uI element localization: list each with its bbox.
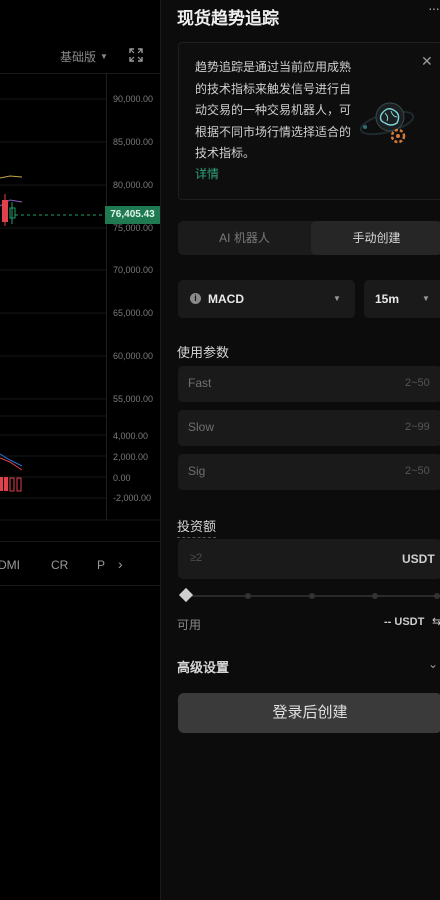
close-icon[interactable]: ✕	[421, 53, 433, 70]
tab-ai-robot[interactable]: AI 机器人	[178, 221, 311, 255]
slider-stop[interactable]	[372, 593, 378, 599]
indicator-select[interactable]: i MACD ▼	[178, 280, 355, 318]
param-slow-input[interactable]: Slow 2~99	[178, 410, 440, 446]
y-tick-label: 2,000.00	[113, 452, 149, 462]
y-tick-label: 80,000.00	[113, 180, 154, 190]
param-fast-input[interactable]: Fast 2~50	[178, 366, 440, 402]
y-tick-label: 65,000.00	[113, 308, 154, 318]
available-value: -- USDT	[384, 616, 425, 628]
tab-cr[interactable]: CR	[51, 558, 68, 572]
param-sig-input[interactable]: Sig 2~50	[178, 454, 440, 490]
chevron-right-icon[interactable]: ›	[118, 556, 123, 572]
y-tick-label: 75,000.00	[113, 223, 154, 233]
invest-label: 投资额	[177, 516, 217, 538]
y-tick-label: 55,000.00	[113, 394, 154, 404]
tab-p[interactable]: P	[97, 558, 105, 572]
tab-manual-create[interactable]: 手动创建	[311, 221, 440, 255]
available-label: 可用	[177, 618, 202, 632]
advanced-settings[interactable]: 高级设置	[177, 657, 229, 676]
y-tick-label: 4,000.00	[113, 431, 149, 441]
slider-handle[interactable]	[178, 587, 194, 603]
more-icon[interactable]: ···	[428, 0, 440, 16]
info-icon: i	[190, 293, 201, 304]
param-name: Sig	[188, 464, 206, 478]
chart-panel: 基础版 ▼ 90,000.00 85,000.00 80,000.00 75,0…	[0, 0, 161, 900]
strategy-panel: 现货趋势追踪 ··· 趋势追踪是通过当前应用成熟的技术指标来触发信号进行自动交易…	[162, 0, 440, 900]
ma-line	[0, 175, 23, 179]
invest-amount-input[interactable]: ≥2 USDT	[178, 539, 440, 579]
slider-stop[interactable]	[434, 593, 440, 599]
indicator-tabs: DMI CR P ›	[0, 541, 160, 586]
fullscreen-icon[interactable]	[129, 48, 143, 62]
param-range: 2~99	[405, 421, 430, 433]
caret-down-icon: ▼	[333, 294, 341, 303]
y-tick-label: 0.00	[113, 473, 131, 483]
timeframe-select[interactable]: 15m ▼	[364, 280, 440, 318]
page-title: 现货趋势追踪	[177, 9, 279, 28]
param-range: 2~50	[405, 465, 430, 477]
y-tick-label: 60,000.00	[113, 351, 154, 361]
swap-icon[interactable]: ⇆	[432, 615, 440, 628]
tab-dmi[interactable]: DMI	[0, 558, 20, 572]
y-tick-label: 90,000.00	[113, 94, 154, 104]
info-description: 趋势追踪是通过当前应用成熟的技术指标来触发信号进行自动交易的一种交易机器人，可根…	[195, 60, 352, 160]
macd-histogram	[0, 477, 22, 492]
candle	[2, 200, 8, 222]
info-card: 趋势追踪是通过当前应用成熟的技术指标来触发信号进行自动交易的一种交易机器人，可根…	[178, 42, 440, 200]
indicator-value: MACD	[208, 292, 244, 306]
version-select[interactable]: 基础版 ▼	[60, 48, 108, 65]
y-tick-label: 70,000.00	[113, 265, 154, 275]
invest-unit: USDT	[402, 552, 435, 566]
details-link[interactable]: 详情	[195, 165, 219, 182]
chevron-down-icon[interactable]: ⌄	[428, 657, 438, 671]
chart-toolbar: 基础版 ▼	[0, 40, 160, 74]
login-create-button[interactable]: 登录后创建	[178, 693, 440, 733]
mode-toggle: AI 机器人 手动创建	[178, 221, 440, 255]
invest-placeholder: ≥2	[190, 552, 203, 564]
slider-stop[interactable]	[309, 593, 315, 599]
caret-down-icon: ▼	[422, 294, 430, 303]
robot-brain-icon	[359, 102, 415, 144]
current-price-tag: 76,405.43	[105, 206, 160, 224]
param-range: 2~50	[405, 377, 430, 389]
version-label: 基础版	[60, 50, 97, 64]
y-tick-label: -2,000.00	[113, 493, 152, 503]
params-title: 使用参数	[177, 345, 230, 360]
timeframe-value: 15m	[375, 292, 400, 306]
param-name: Slow	[188, 420, 215, 434]
param-name: Fast	[188, 376, 212, 390]
slider-stop[interactable]	[245, 593, 251, 599]
y-tick-label: 85,000.00	[113, 137, 154, 147]
caret-down-icon: ▼	[100, 52, 108, 61]
